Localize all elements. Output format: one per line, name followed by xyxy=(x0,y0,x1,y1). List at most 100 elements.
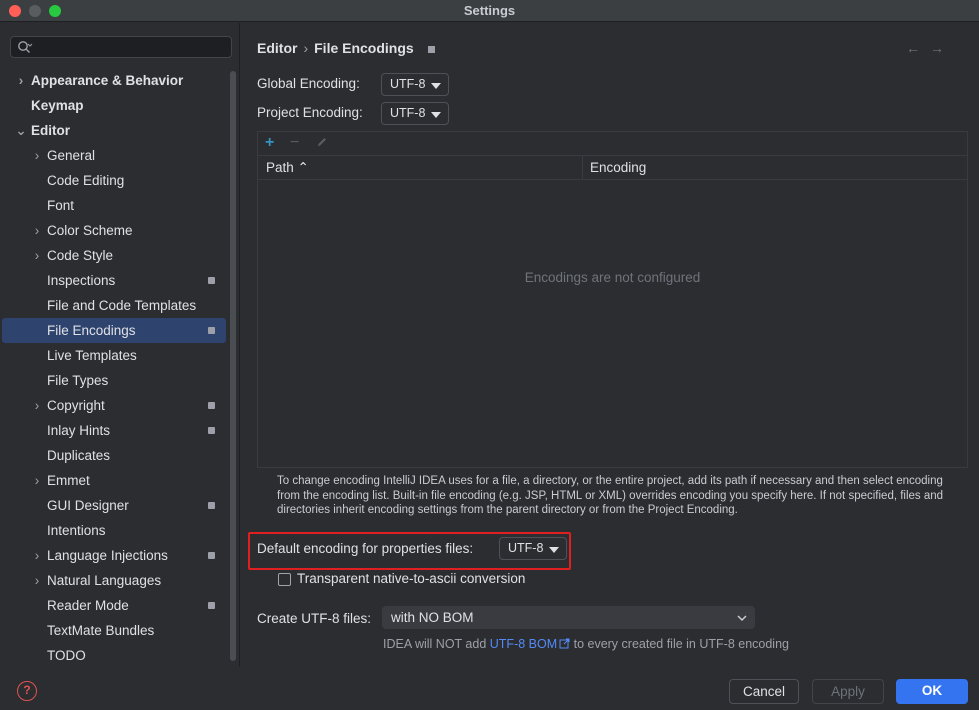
sidebar-item-label: General xyxy=(47,148,96,163)
project-scope-icon xyxy=(208,602,215,609)
utf8-bom-link[interactable]: UTF-8 BOM xyxy=(490,637,557,651)
sidebar-item-label: Inlay Hints xyxy=(47,423,111,438)
back-arrow-icon[interactable]: ← xyxy=(906,40,930,56)
sidebar-item-label: Intentions xyxy=(47,523,106,538)
sidebar-item[interactable]: Intentions xyxy=(2,518,226,543)
apply-button[interactable]: Apply xyxy=(812,679,884,704)
breadcrumb-parent[interactable]: Editor xyxy=(257,40,297,56)
cancel-button[interactable]: Cancel xyxy=(729,679,799,704)
sidebar-item[interactable]: Reader Mode xyxy=(2,593,226,618)
ok-button[interactable]: OK xyxy=(896,679,968,704)
project-scope-icon xyxy=(427,45,435,53)
help-button[interactable]: ? xyxy=(17,681,37,701)
project-scope-icon xyxy=(208,552,215,559)
chevron-right-icon[interactable]: › xyxy=(31,143,43,168)
sidebar-item[interactable]: File Types xyxy=(2,368,226,393)
sidebar-item[interactable]: TextMate Bundles xyxy=(2,618,226,643)
create-utf8-dropdown[interactable]: with NO BOM xyxy=(382,606,755,629)
sidebar-item[interactable]: Code Editing xyxy=(2,168,226,193)
project-scope-icon xyxy=(208,402,215,409)
project-encoding-label: Project Encoding: xyxy=(257,105,363,120)
bom-note-after: to every created file in UTF-8 encoding xyxy=(570,637,789,651)
edit-pencil-icon[interactable] xyxy=(316,136,328,151)
breadcrumb-current: File Encodings xyxy=(314,40,414,56)
sidebar-item-label: TODO xyxy=(47,648,86,663)
breadcrumb-separator: › xyxy=(303,40,309,56)
transparent-conversion-checkbox[interactable] xyxy=(278,573,291,586)
chevron-right-icon[interactable]: › xyxy=(31,543,43,568)
encoding-hint-text: To change encoding IntelliJ IDEA uses fo… xyxy=(277,475,944,516)
chevron-right-icon[interactable]: › xyxy=(31,568,43,593)
sidebar-item-label: GUI Designer xyxy=(47,498,129,513)
dropdown-caret-icon xyxy=(431,83,441,89)
transparent-conversion-label[interactable]: Transparent native-to-ascii conversion xyxy=(297,571,525,586)
table-toolbar: + − xyxy=(258,132,967,156)
sidebar-item[interactable]: Inspections xyxy=(2,268,226,293)
sidebar-item[interactable]: › Appearance & Behavior xyxy=(2,68,226,93)
sidebar-item-label: Code Style xyxy=(47,248,114,263)
remove-icon[interactable]: − xyxy=(290,134,299,152)
sidebar-item[interactable]: › Copyright xyxy=(2,393,226,418)
sidebar-item[interactable]: › Language Injections xyxy=(2,543,226,568)
sidebar-item[interactable]: Font xyxy=(2,193,226,218)
title-bar: Settings xyxy=(0,0,979,22)
sidebar-item[interactable]: Inlay Hints xyxy=(2,418,226,443)
sidebar-item[interactable]: › Code Style xyxy=(2,243,226,268)
encodings-table: + − Path ⌃ Encoding Encodings are not co… xyxy=(257,131,968,468)
project-encoding-dropdown[interactable]: UTF-8 xyxy=(381,102,449,125)
sidebar-item[interactable]: Duplicates xyxy=(2,443,226,468)
chevron-right-icon[interactable]: › xyxy=(15,68,27,93)
table-body[interactable]: Encodings are not configured xyxy=(258,181,967,467)
sidebar-item-label: Reader Mode xyxy=(47,598,129,613)
sidebar-item[interactable]: ⌄ Editor xyxy=(2,118,226,143)
bom-note-before: IDEA will NOT add xyxy=(383,637,490,651)
chevron-down-icon[interactable]: ⌄ xyxy=(15,118,27,143)
project-encoding-value: UTF-8 xyxy=(390,106,426,120)
add-icon[interactable]: + xyxy=(265,134,274,152)
sidebar-item-label: Language Injections xyxy=(47,548,168,563)
search-icon xyxy=(18,41,33,53)
bom-note: IDEA will NOT add UTF-8 BOM to every cre… xyxy=(383,637,789,651)
project-scope-icon xyxy=(208,427,215,434)
search-input[interactable] xyxy=(10,36,232,58)
create-utf8-value: with NO BOM xyxy=(391,610,474,625)
sidebar-item-label: Inspections xyxy=(47,273,116,288)
properties-encoding-value: UTF-8 xyxy=(508,541,544,555)
sidebar-item[interactable]: File Encodings xyxy=(2,318,226,343)
chevron-right-icon[interactable]: › xyxy=(31,468,43,493)
table-header: Path ⌃ Encoding xyxy=(258,156,967,180)
sidebar-item[interactable]: › General xyxy=(2,143,226,168)
sidebar-item-label: File Types xyxy=(47,373,109,388)
chevron-right-icon[interactable]: › xyxy=(31,393,43,418)
external-link-icon[interactable] xyxy=(559,638,570,649)
dropdown-caret-icon xyxy=(549,547,559,553)
encoding-column-header[interactable]: Encoding xyxy=(590,160,646,175)
path-column-header[interactable]: Path ⌃ xyxy=(266,160,309,176)
sidebar-item[interactable]: TODO xyxy=(2,643,226,667)
global-encoding-dropdown[interactable]: UTF-8 xyxy=(381,73,449,96)
dropdown-caret-icon xyxy=(431,112,441,118)
settings-sidebar: › Appearance & Behavior Keymap ⌄ Editor › Gene… xyxy=(0,23,240,667)
chevron-right-icon[interactable]: › xyxy=(31,243,43,268)
project-scope-icon xyxy=(208,502,215,509)
sidebar-item[interactable]: › Emmet xyxy=(2,468,226,493)
properties-encoding-label: Default encoding for properties files: xyxy=(257,541,474,556)
sidebar-item-label: Font xyxy=(47,198,75,213)
sidebar-item[interactable]: File and Code Templates xyxy=(2,293,226,318)
sidebar-item[interactable]: Live Templates xyxy=(2,343,226,368)
project-scope-icon xyxy=(208,277,215,284)
sidebar-item[interactable]: › Natural Languages xyxy=(2,568,226,593)
sidebar-item-label: Appearance & Behavior xyxy=(31,73,184,88)
sidebar-scrollbar[interactable] xyxy=(230,71,236,661)
project-scope-icon xyxy=(208,327,215,334)
sidebar-item-label: Emmet xyxy=(47,473,90,488)
sidebar-item[interactable]: › Color Scheme xyxy=(2,218,226,243)
chevron-down-icon xyxy=(737,615,747,622)
sidebar-item[interactable]: Keymap xyxy=(2,93,226,118)
sidebar-item-label: Editor xyxy=(31,123,70,138)
chevron-right-icon[interactable]: › xyxy=(31,218,43,243)
column-divider[interactable] xyxy=(582,156,583,180)
forward-arrow-icon[interactable]: → xyxy=(930,40,954,56)
sidebar-item[interactable]: GUI Designer xyxy=(2,493,226,518)
properties-encoding-dropdown[interactable]: UTF-8 xyxy=(499,537,567,560)
